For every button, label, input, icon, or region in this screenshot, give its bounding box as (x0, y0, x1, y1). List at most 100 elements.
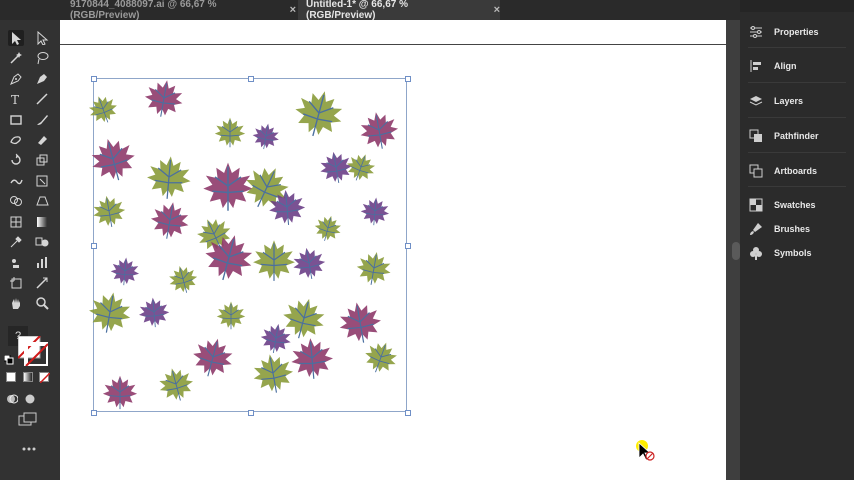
bounding-box-handle[interactable] (405, 410, 411, 416)
gradient-mode-icon[interactable] (23, 372, 33, 382)
panel-divider (748, 186, 846, 187)
symbol-sprayer-tool[interactable] (8, 254, 24, 270)
bounding-box-handle[interactable] (405, 243, 411, 249)
maple-leaf-shape[interactable] (252, 238, 296, 282)
maple-leaf-shape[interactable] (109, 255, 142, 288)
panel-label: Symbols (774, 248, 812, 258)
draw-mode-icon[interactable] (6, 392, 19, 404)
maple-leaf-shape[interactable] (141, 75, 187, 121)
layers-icon (748, 93, 764, 109)
maple-leaf-shape[interactable] (144, 152, 194, 202)
panel-label: Properties (774, 27, 819, 37)
maple-leaf-shape[interactable] (288, 334, 336, 382)
slice-tool[interactable] (34, 275, 50, 291)
bounding-box-handle[interactable] (248, 76, 254, 82)
panel-divider (748, 82, 846, 83)
panel-symbols[interactable]: Symbols (748, 242, 848, 264)
maple-leaf-shape[interactable] (102, 374, 138, 410)
panel-align[interactable]: Align (748, 55, 848, 77)
panel-label: Align (774, 61, 797, 71)
change-screen-mode-icon[interactable] (18, 412, 38, 426)
blend-tool[interactable] (34, 234, 50, 250)
screen-mode-icon[interactable] (24, 392, 36, 404)
bounding-box-handle[interactable] (248, 410, 254, 416)
close-tab-icon[interactable]: × (290, 4, 296, 16)
tab-document-2[interactable]: Untitled-1* @ 66,67 % (RGB/Preview) × (298, 0, 500, 21)
bounding-box-handle[interactable] (91, 410, 97, 416)
panel-dock: Properties Align Layers Pathfinder Artboards… (740, 0, 854, 480)
perspective-tool[interactable] (34, 193, 50, 209)
maple-leaf-shape[interactable] (137, 295, 172, 330)
scrollbar-thumb[interactable] (732, 242, 740, 260)
maple-leaf-shape[interactable] (353, 247, 395, 289)
align-icon (748, 58, 764, 74)
properties-icon (748, 24, 764, 40)
maple-leaf-shape[interactable] (214, 116, 246, 148)
panel-properties[interactable]: Properties (748, 21, 848, 43)
maple-leaf-shape[interactable] (85, 287, 136, 338)
panel-label: Brushes (774, 224, 811, 234)
maple-leaf-shape[interactable] (216, 300, 246, 330)
close-tab-icon[interactable]: × (494, 4, 500, 16)
maple-leaf-shape[interactable] (359, 195, 392, 228)
selection-tool[interactable] (8, 30, 24, 46)
direct-selection-tool[interactable] (34, 30, 50, 46)
shaper-tool[interactable] (8, 132, 24, 148)
magic-wand-tool[interactable] (8, 50, 24, 66)
mesh-tool[interactable] (8, 214, 24, 230)
eraser-tool[interactable] (34, 132, 50, 148)
warp-tool[interactable] (8, 173, 24, 189)
canvas-area[interactable] (60, 20, 726, 480)
tab-label: 9170844_4088097.ai @ 66,67 % (RGB/Previe… (70, 0, 217, 21)
symbols-icon (748, 245, 764, 261)
panel-swatches[interactable]: Swatches (748, 194, 848, 216)
tab-label: Untitled-1* @ 66,67 % (RGB/Preview) (306, 0, 409, 21)
panel-layers[interactable]: Layers (748, 90, 848, 112)
maple-leaf-shape[interactable] (89, 191, 128, 230)
curvature-tool[interactable] (34, 71, 50, 87)
scale-tool[interactable] (34, 152, 50, 168)
panel-pathfinder[interactable]: Pathfinder (748, 125, 848, 147)
free-transform-tool[interactable] (34, 173, 50, 189)
mouse-cursor-icon (636, 440, 658, 469)
guide-line (60, 44, 726, 45)
artboard-tool[interactable] (8, 275, 24, 291)
fill-stroke-swatch[interactable] (17, 335, 50, 368)
maple-leaf-shape[interactable] (356, 107, 402, 153)
pathfinder-icon (748, 128, 764, 144)
line-tool[interactable] (34, 91, 50, 107)
tab-document-1[interactable]: 9170844_4088097.ai @ 66,67 % (RGB/Previe… (62, 0, 296, 21)
artboards-icon (748, 163, 764, 179)
panel-artboards[interactable]: Artboards (748, 160, 848, 182)
type-tool[interactable]: T (8, 91, 24, 107)
panel-label: Layers (774, 96, 804, 106)
bounding-box-handle[interactable] (405, 76, 411, 82)
panel-brushes[interactable]: Brushes (748, 218, 848, 240)
maple-leaf-shape[interactable] (249, 349, 298, 398)
graph-tool[interactable] (34, 254, 50, 270)
maple-leaf-shape[interactable] (266, 186, 307, 227)
maple-leaf-shape[interactable] (289, 243, 328, 282)
illustrator-window: 9170844_4088097.ai @ 66,67 % (RGB/Previe… (0, 0, 854, 480)
rectangle-tool[interactable] (8, 112, 24, 128)
panel-grip[interactable] (740, 0, 854, 12)
more-tools-icon[interactable] (22, 440, 36, 451)
panel-divider (748, 47, 846, 48)
zoom-tool[interactable] (34, 295, 50, 311)
rotate-tool[interactable] (8, 152, 24, 168)
bounding-box-handle[interactable] (91, 76, 97, 82)
panel-divider (748, 152, 846, 153)
pen-tool[interactable] (8, 71, 24, 87)
none-mode-icon[interactable] (39, 372, 50, 383)
hand-tool[interactable] (8, 295, 24, 311)
lasso-tool[interactable] (34, 50, 50, 66)
eyedropper-tool[interactable] (8, 234, 24, 250)
maple-leaf-shape[interactable] (250, 120, 282, 152)
paintbrush-tool[interactable] (34, 112, 50, 128)
default-colors-icon[interactable] (3, 352, 14, 365)
shape-builder-tool[interactable] (8, 193, 24, 209)
gradient-tool[interactable] (34, 214, 50, 230)
bounding-box-handle[interactable] (91, 243, 97, 249)
color-mode-icon[interactable] (6, 372, 16, 382)
maple-leaf-shape[interactable] (147, 197, 193, 243)
